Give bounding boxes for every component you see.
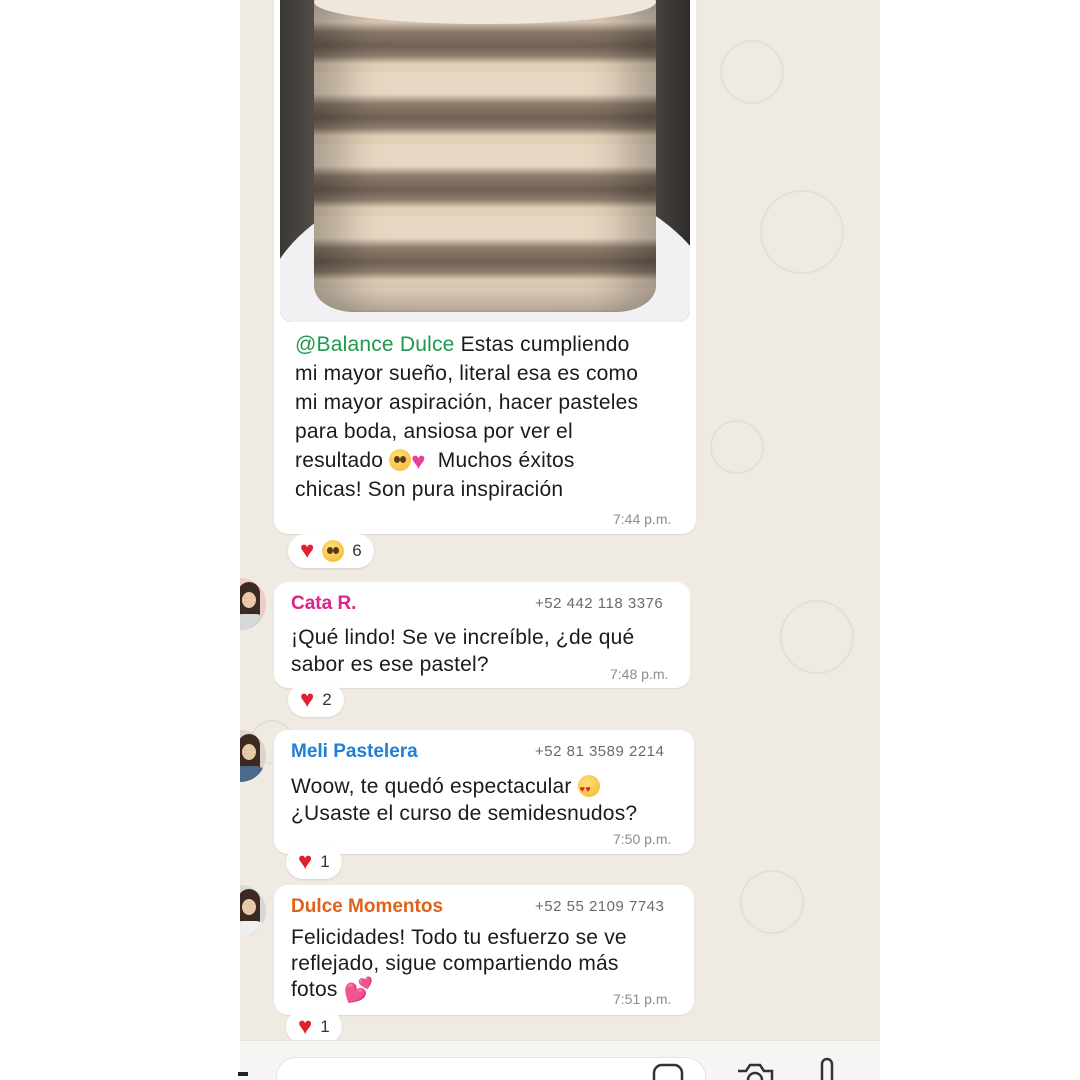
reaction-count: 1 [320,852,330,871]
heart-icon: ♥ [298,1013,313,1040]
reaction-count: 6 [352,541,362,560]
message-time: 7:44 p.m. [613,511,672,527]
message-line: Woow, te quedó espectacular [291,775,578,798]
chat-window: @Balance Dulce Estas cumpliendo mi mayor… [240,0,880,1080]
message-line: fotos [291,978,344,1001]
reaction-badge[interactable]: ♥ 2 [288,683,344,717]
edge-mark [238,1072,248,1076]
wallpaper-doodle [720,40,784,104]
microphone-icon[interactable] [814,1057,840,1080]
message-bubble[interactable]: Dulce Momentos +52 55 2109 7743 Felicida… [274,885,694,1015]
camera-icon[interactable] [734,1061,776,1080]
message-text: Woow, te quedó espectacular ¿Usaste el c… [291,773,686,827]
heart-icon: ♥ [298,848,313,875]
sender-phone: +52 55 2109 7743 [535,898,665,915]
cake-photo[interactable] [280,0,690,322]
message-input[interactable] [276,1057,706,1080]
message-time: 7:50 p.m. [613,831,672,847]
sender-name[interactable]: Dulce Momentos [291,896,443,918]
message-time: 7:51 p.m. [613,991,672,1007]
composer-bar [240,1040,880,1080]
message-bubble[interactable]: @Balance Dulce Estas cumpliendo mi mayor… [274,0,696,534]
wallpaper-doodle [780,600,854,674]
message-text: @Balance Dulce Estas cumpliendo mi mayor… [295,330,685,504]
sender-phone: +52 81 3589 2214 [535,743,665,760]
heart-icon: ♥ [300,537,315,564]
message-line: ¡Qué lindo! Se ve increíble, ¿de qué [291,626,635,649]
message-bubble[interactable]: Meli Pastelera +52 81 3589 2214 Woow, te… [274,730,694,854]
sender-name[interactable]: Cata R. [291,593,356,615]
wallpaper-doodle [740,870,804,934]
reaction-badge[interactable]: ♥ 6 [288,534,374,568]
heart-eyes-emoji [577,775,600,803]
message-line: resultado [295,449,390,472]
message-line: reflejado, sigue compartiendo más [291,952,619,975]
message-time: 7:48 p.m. [610,666,669,682]
reaction-badge[interactable]: ♥ 1 [286,1010,342,1044]
mention-link[interactable]: @Balance Dulce [295,333,455,356]
sender-phone: +52 442 118 3376 [535,595,664,612]
message-line: Felicidades! Todo tu esfuerzo se ve [291,926,627,949]
sender-name[interactable]: Meli Pastelera [291,741,418,763]
message-line: Estas cumpliendo [454,333,630,356]
wallpaper-doodle [710,420,764,474]
avatar[interactable] [240,885,266,937]
message-line: para boda, ansiosa por ver el [295,420,573,443]
message-line: mi mayor aspiración, hacer pasteles [295,391,639,414]
message-line: Muchos éxitos [437,449,575,472]
pleading-face-icon [322,540,345,562]
two-hearts-emoji: 💕 [343,977,374,1004]
sticker-icon[interactable] [652,1063,686,1080]
avatar[interactable] [240,578,266,630]
message-line: chicas! Son pura inspiración [295,478,564,501]
pink-heart-emoji: ♥ [411,448,426,475]
message-line: ¿Usaste el curso de semidesnudos? [291,802,638,825]
reaction-badge[interactable]: ♥ 1 [286,845,342,879]
message-line: mi mayor sueño, literal esa es como [295,362,639,385]
wallpaper-doodle [760,190,844,274]
pleading-face-emoji [389,449,412,471]
reaction-count: 1 [320,1017,330,1036]
heart-icon: ♥ [300,686,315,713]
cake-image [314,0,656,312]
message-bubble[interactable]: Cata R. +52 442 118 3376 ¡Qué lindo! Se … [274,582,690,688]
reaction-count: 2 [322,690,332,709]
